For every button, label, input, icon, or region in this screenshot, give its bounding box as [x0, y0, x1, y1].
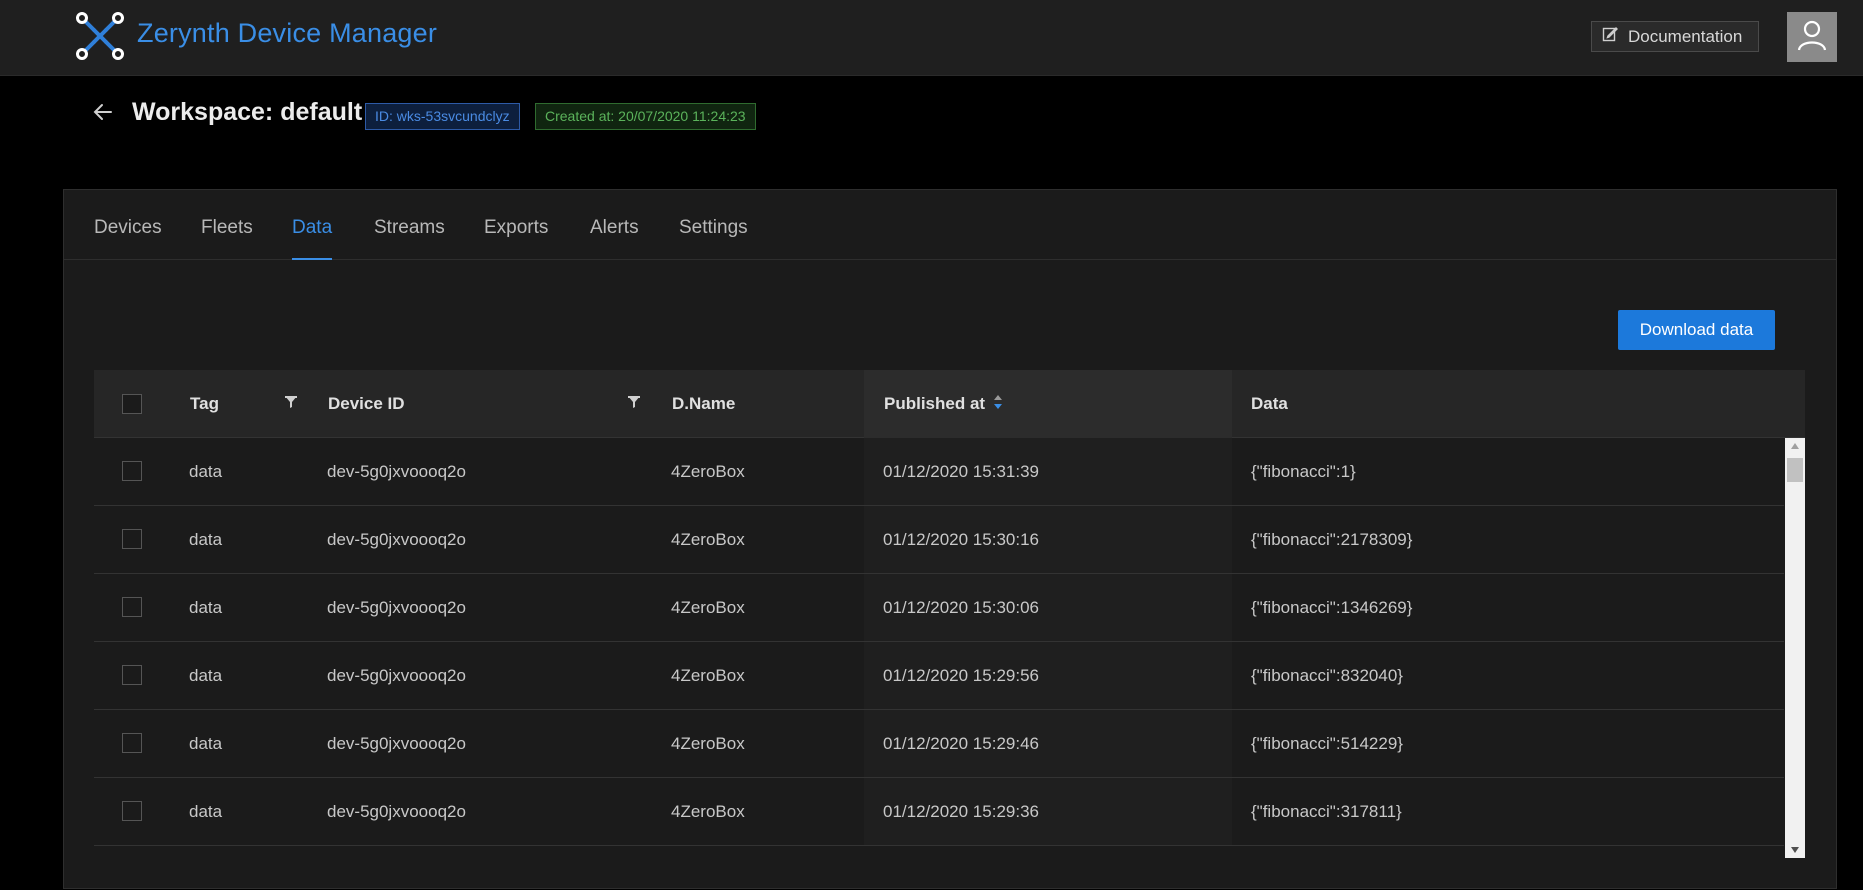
back-arrow-icon[interactable]	[92, 101, 114, 123]
data-table: Tag Device ID D.Name Published at Data d…	[94, 370, 1805, 890]
row-checkbox[interactable]	[122, 597, 142, 617]
tab-bar: Devices Fleets Data Streams Exports Aler…	[64, 190, 1836, 260]
cell-published-at: 01/12/2020 15:30:16	[883, 529, 1039, 549]
tab-fleets[interactable]: Fleets	[201, 217, 253, 260]
tag-filter-icon[interactable]	[284, 395, 298, 409]
cell-tag: data	[189, 665, 223, 685]
workspace-panel: Devices Fleets Data Streams Exports Aler…	[63, 189, 1837, 889]
tab-alerts[interactable]: Alerts	[590, 217, 639, 260]
select-all-checkbox[interactable]	[122, 394, 142, 414]
column-header-device-id: Device ID	[328, 394, 405, 413]
workspace-id-badge: ID: wks-53svcundclyz	[365, 103, 520, 130]
cell-dname: 4ZeroBox	[671, 665, 745, 685]
user-avatar-button[interactable]	[1787, 12, 1837, 62]
cell-data: {"fibonacci":832040}	[1251, 665, 1403, 685]
table-row[interactable]: data dev-5g0jxvoooq2o 4ZeroBox 01/12/202…	[94, 438, 1784, 506]
sort-icon[interactable]	[993, 394, 1003, 415]
table-row[interactable]: data dev-5g0jxvoooq2o 4ZeroBox 01/12/202…	[94, 506, 1784, 574]
table-row[interactable]: data dev-5g0jxvoooq2o 4ZeroBox 01/12/202…	[94, 778, 1784, 846]
scroll-down-arrow-icon[interactable]	[1785, 842, 1805, 858]
tab-data[interactable]: Data	[292, 217, 333, 260]
cell-device-id: dev-5g0jxvoooq2o	[327, 733, 466, 753]
created-at-badge: Created at: 20/07/2020 11:24:23	[535, 103, 756, 130]
edit-icon	[1602, 26, 1618, 47]
cell-device-id: dev-5g0jxvoooq2o	[327, 665, 466, 685]
device-id-filter-icon[interactable]	[627, 395, 641, 409]
cell-data: {"fibonacci":1346269}	[1251, 597, 1413, 617]
cell-dname: 4ZeroBox	[671, 529, 745, 549]
cell-published-at: 01/12/2020 15:29:56	[883, 665, 1039, 685]
scroll-thumb[interactable]	[1787, 458, 1803, 482]
zerynth-logo-icon[interactable]	[74, 10, 126, 62]
cell-dname: 4ZeroBox	[671, 597, 745, 617]
row-checkbox[interactable]	[122, 665, 142, 685]
row-checkbox[interactable]	[122, 461, 142, 481]
column-header-dname: D.Name	[672, 394, 736, 413]
table-row[interactable]: data dev-5g0jxvoooq2o 4ZeroBox 01/12/202…	[94, 574, 1784, 642]
cell-data: {"fibonacci":2178309}	[1251, 529, 1413, 549]
documentation-button[interactable]: Documentation	[1591, 21, 1759, 52]
workspace-header: Workspace: default ID: wks-53svcundclyz …	[0, 76, 1863, 188]
cell-published-at: 01/12/2020 15:30:06	[883, 597, 1039, 617]
cell-tag: data	[189, 597, 223, 617]
cell-tag: data	[189, 733, 223, 753]
documentation-label: Documentation	[1628, 26, 1743, 46]
cell-device-id: dev-5g0jxvoooq2o	[327, 529, 466, 549]
table-row[interactable]: data dev-5g0jxvoooq2o 4ZeroBox 01/12/202…	[94, 710, 1784, 778]
tab-devices[interactable]: Devices	[94, 217, 162, 260]
cell-dname: 4ZeroBox	[671, 733, 745, 753]
table-row[interactable]: data dev-5g0jxvoooq2o 4ZeroBox 01/12/202…	[94, 642, 1784, 710]
cell-device-id: dev-5g0jxvoooq2o	[327, 801, 466, 821]
cell-published-at: 01/12/2020 15:29:46	[883, 733, 1039, 753]
app-brand[interactable]: Zerynth Device Manager	[137, 18, 437, 49]
cell-published-at: 01/12/2020 15:31:39	[883, 461, 1039, 481]
cell-dname: 4ZeroBox	[671, 461, 745, 481]
row-checkbox[interactable]	[122, 529, 142, 549]
download-data-button[interactable]: Download data	[1618, 310, 1775, 350]
cell-published-at: 01/12/2020 15:29:36	[883, 801, 1039, 821]
scroll-up-arrow-icon[interactable]	[1785, 438, 1805, 454]
cell-device-id: dev-5g0jxvoooq2o	[327, 461, 466, 481]
table-header: Tag Device ID D.Name Published at Data	[94, 370, 1805, 438]
tab-settings[interactable]: Settings	[679, 217, 748, 260]
user-icon	[1797, 19, 1827, 56]
row-checkbox[interactable]	[122, 801, 142, 821]
cell-tag: data	[189, 801, 223, 821]
table-scrollbar[interactable]	[1785, 438, 1805, 858]
cell-data: {"fibonacci":317811}	[1251, 801, 1402, 821]
tab-exports[interactable]: Exports	[484, 217, 548, 260]
top-navbar: Zerynth Device Manager Documentation	[0, 0, 1863, 76]
column-header-published-at[interactable]: Published at	[884, 370, 1003, 438]
column-header-tag: Tag	[190, 394, 219, 413]
column-header-data: Data	[1251, 394, 1288, 413]
row-checkbox[interactable]	[122, 733, 142, 753]
tab-streams[interactable]: Streams	[374, 217, 445, 260]
cell-device-id: dev-5g0jxvoooq2o	[327, 597, 466, 617]
cell-tag: data	[189, 461, 223, 481]
cell-tag: data	[189, 529, 223, 549]
cell-data: {"fibonacci":514229}	[1251, 733, 1403, 753]
published-at-label: Published at	[884, 394, 986, 413]
page-title: Workspace: default	[132, 98, 363, 126]
cell-data: {"fibonacci":1}	[1251, 461, 1356, 481]
cell-dname: 4ZeroBox	[671, 801, 745, 821]
